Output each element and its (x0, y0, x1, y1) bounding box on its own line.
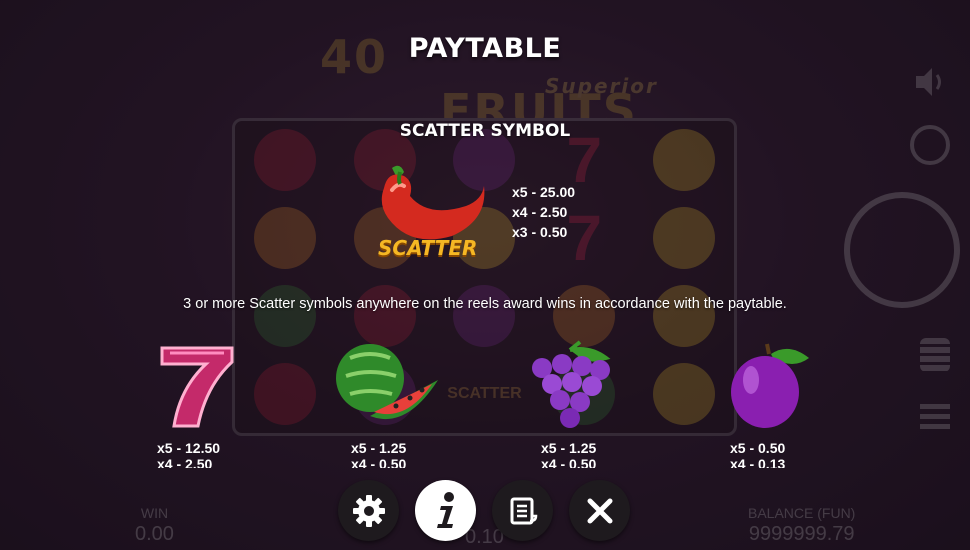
scatter-pays: x5 - 25.00 x4 - 2.50 x3 - 0.50 (512, 184, 576, 240)
info-button[interactable] (415, 480, 476, 541)
close-button[interactable] (569, 480, 630, 541)
scatter-label: SCATTER (378, 236, 478, 260)
scroll-icon (510, 497, 537, 524)
settings-button[interactable] (338, 480, 399, 541)
section-title: SCATTER SYMBOL (399, 121, 571, 141)
symbol-grapes-pays: x5 - 1.25 x4 - 0.50 (541, 440, 597, 468)
symbol-plum (712, 340, 822, 430)
scatter-rule-text: 3 or more Scatter symbols anywhere on th… (183, 296, 787, 312)
rules-button[interactable] (492, 480, 553, 541)
symbol-plum-pays: x5 - 0.50 x4 - 0.13 (730, 440, 786, 468)
symbol-seven-pays: x5 - 12.50 x4 - 2.50 (157, 440, 221, 468)
symbol-grapes (515, 340, 625, 430)
plum-icon (731, 343, 809, 428)
grapes-icon (532, 340, 611, 428)
watermelon-icon (336, 344, 438, 420)
symbol-seven (140, 340, 250, 430)
gear-icon (352, 494, 385, 527)
seven-icon (160, 346, 234, 428)
symbol-watermelon-pays: x5 - 1.25 x4 - 0.50 (351, 440, 407, 468)
scatter-chili-icon: SCATTER (370, 160, 500, 260)
info-icon (436, 491, 454, 528)
paytable-nav (338, 480, 630, 541)
close-icon (587, 498, 612, 523)
page-title: PAYTABLE (408, 33, 562, 64)
symbol-watermelon (330, 340, 445, 430)
